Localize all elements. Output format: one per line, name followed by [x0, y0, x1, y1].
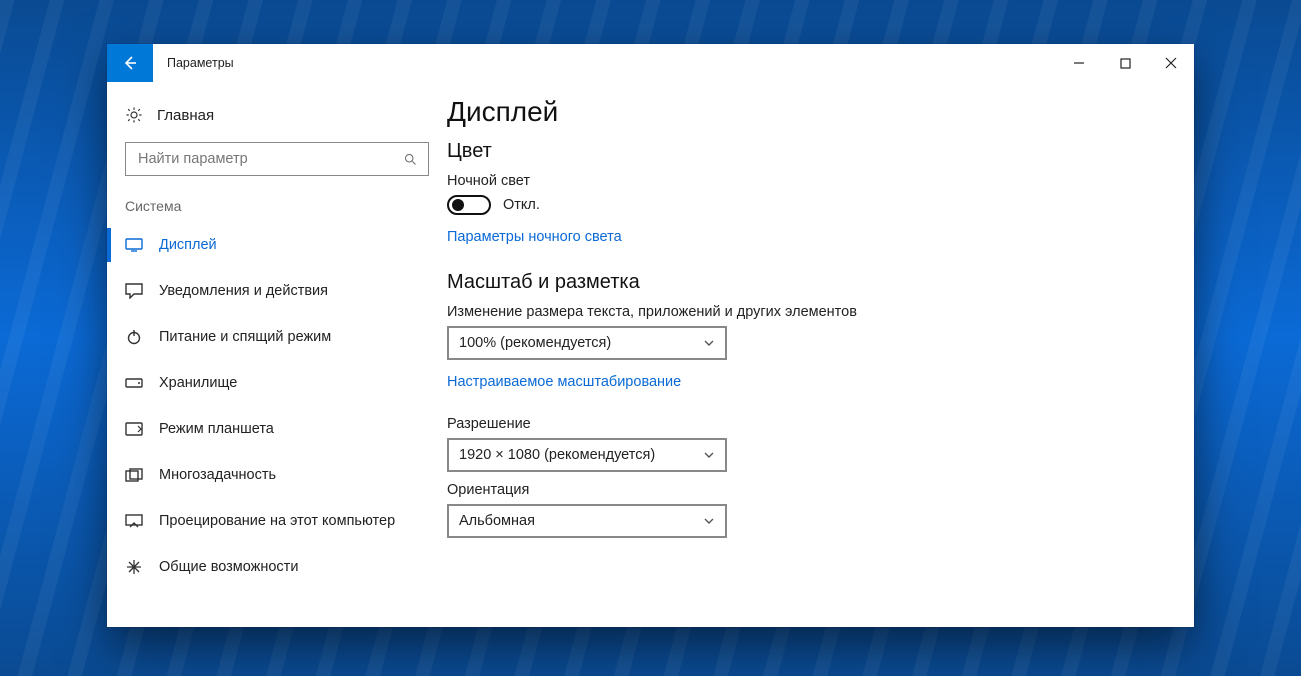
sidebar-item-label: Проецирование на этот компьютер [159, 513, 395, 529]
sidebar: Главная Система Дисплей [107, 82, 447, 627]
night-light-label: Ночной свет [447, 173, 1154, 189]
close-icon [1165, 57, 1177, 69]
sidebar-item-label: Питание и спящий режим [159, 329, 331, 345]
orientation-label: Ориентация [447, 482, 1154, 498]
settings-window: Параметры Главная [107, 44, 1194, 627]
sidebar-item-label: Режим планшета [159, 421, 274, 437]
chevron-down-icon [703, 515, 715, 527]
sidebar-item-notifications[interactable]: Уведомления и действия [107, 268, 447, 314]
sidebar-item-projecting[interactable]: Проецирование на этот компьютер [107, 498, 447, 544]
sidebar-item-tablet[interactable]: Режим планшета [107, 406, 447, 452]
maximize-icon [1120, 58, 1131, 69]
main-panel: Дисплей Цвет Ночной свет Откл. Параметры… [447, 82, 1194, 627]
maximize-button[interactable] [1102, 44, 1148, 82]
sidebar-item-shared[interactable]: Общие возможности [107, 544, 447, 590]
minimize-button[interactable] [1056, 44, 1102, 82]
sidebar-item-label: Общие возможности [159, 559, 298, 575]
resolution-dropdown[interactable]: 1920 × 1080 (рекомендуется) [447, 438, 727, 472]
multitask-icon [125, 468, 143, 482]
night-light-settings-link[interactable]: Параметры ночного света [447, 229, 622, 245]
project-icon [125, 514, 143, 528]
orientation-dropdown[interactable]: Альбомная [447, 504, 727, 538]
search-box[interactable] [125, 142, 429, 176]
scale-label: Изменение размера текста, приложений и д… [447, 304, 1154, 320]
sidebar-item-display[interactable]: Дисплей [107, 222, 447, 268]
sidebar-item-power[interactable]: Питание и спящий режим [107, 314, 447, 360]
sidebar-home-label: Главная [157, 107, 214, 124]
scale-value: 100% (рекомендуется) [459, 335, 611, 351]
monitor-icon [125, 238, 143, 252]
window-title: Параметры [153, 44, 1056, 82]
night-light-toggle[interactable] [447, 195, 491, 215]
chevron-down-icon [703, 337, 715, 349]
section-scale: Масштаб и разметка [447, 271, 1154, 294]
night-light-state: Откл. [503, 197, 540, 213]
sidebar-item-label: Многозадачность [159, 467, 276, 483]
share-icon [125, 559, 143, 575]
sidebar-category: Система [107, 194, 447, 222]
sidebar-item-label: Дисплей [159, 237, 217, 253]
titlebar: Параметры [107, 44, 1194, 82]
power-icon [125, 329, 143, 345]
close-button[interactable] [1148, 44, 1194, 82]
gear-icon [125, 106, 143, 124]
speech-bubble-icon [125, 283, 143, 299]
section-color: Цвет [447, 140, 1154, 163]
search-icon [403, 152, 418, 167]
back-button[interactable] [107, 44, 153, 82]
sidebar-home[interactable]: Главная [107, 100, 447, 136]
scale-dropdown[interactable]: 100% (рекомендуется) [447, 326, 727, 360]
sidebar-item-multitask[interactable]: Многозадачность [107, 452, 447, 498]
page-heading: Дисплей [447, 96, 1154, 128]
tablet-icon [125, 422, 143, 436]
chevron-down-icon [703, 449, 715, 461]
resolution-value: 1920 × 1080 (рекомендуется) [459, 447, 655, 463]
sidebar-item-storage[interactable]: Хранилище [107, 360, 447, 406]
sidebar-item-label: Уведомления и действия [159, 283, 328, 299]
search-input[interactable] [136, 150, 403, 168]
sidebar-item-label: Хранилище [159, 375, 237, 391]
arrow-left-icon [122, 55, 138, 71]
orientation-value: Альбомная [459, 513, 535, 529]
custom-scaling-link[interactable]: Настраиваемое масштабирование [447, 374, 681, 390]
drive-icon [125, 378, 143, 388]
minimize-icon [1073, 57, 1085, 69]
resolution-label: Разрешение [447, 416, 1154, 432]
